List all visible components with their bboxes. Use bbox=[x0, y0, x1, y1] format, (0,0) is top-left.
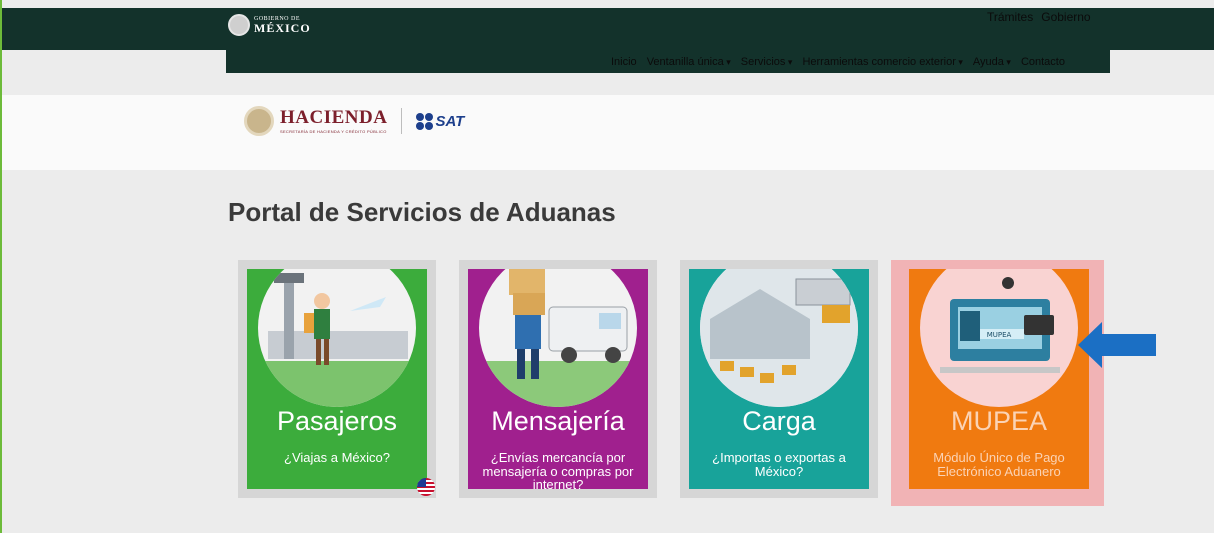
gob-logo-big: MÉXICO bbox=[254, 21, 311, 35]
link-gobierno[interactable]: Gobierno bbox=[1041, 10, 1090, 24]
card-title-mupea: MUPEA bbox=[950, 406, 1048, 436]
nav-inicio[interactable]: Inicio bbox=[611, 56, 637, 68]
mupea-screen-label: MUPEA bbox=[987, 331, 1012, 339]
arrow-left-icon bbox=[1078, 322, 1156, 368]
nav-herramientas[interactable]: Herramientas comercio exterior bbox=[802, 56, 962, 68]
brand-band bbox=[2, 95, 1214, 170]
link-tramites[interactable]: Trámites bbox=[987, 10, 1033, 24]
card-title-mensajeria: Mensajería bbox=[491, 406, 625, 436]
nav-contacto[interactable]: Contacto bbox=[1021, 56, 1065, 68]
nav-ayuda[interactable]: Ayuda bbox=[973, 56, 1011, 68]
card-subtitle-mupea: Módulo Único de Pago Electrónico Aduaner… bbox=[933, 450, 1065, 479]
traveler-illustration-icon bbox=[258, 269, 416, 407]
sat-logo: SAT bbox=[416, 112, 465, 130]
card-mupea[interactable]: MUPEA MUPEA Módulo Único de Pago Electró… bbox=[909, 269, 1089, 489]
page-title: Portal de Servicios de Aduanas bbox=[228, 197, 616, 227]
card-pasajeros[interactable]: Pasajeros ¿Viajas a México? bbox=[247, 269, 427, 489]
card-subtitle-mensajeria: ¿Envías mercancía por mensajería o compr… bbox=[482, 450, 634, 489]
card-subtitle-carga: ¿Importas o exportas a México? bbox=[712, 450, 846, 479]
card-mensajeria[interactable]: Mensajería ¿Envías mercancía por mensaje… bbox=[468, 269, 648, 489]
gob-mx-logo[interactable]: GOBIERNO DE MÉXICO bbox=[228, 14, 311, 36]
card-carga[interactable]: Carga ¿Importas o exportas a México? bbox=[689, 269, 869, 489]
card-pasajeros-frame: Pasajeros ¿Viajas a México? bbox=[238, 260, 436, 498]
card-title-carga: Carga bbox=[742, 406, 816, 436]
logo-divider bbox=[401, 108, 403, 134]
main-nav: Inicio Ventanilla única Servicios Herram… bbox=[611, 56, 1065, 68]
courier-illustration-icon bbox=[479, 269, 637, 407]
card-mupea-frame: MUPEA MUPEA Módulo Único de Pago Electró… bbox=[891, 260, 1104, 506]
nav-ventanilla-unica[interactable]: Ventanilla única bbox=[647, 56, 731, 68]
hacienda-sat-logos[interactable]: HACIENDA SECRETARÍA DE HACIENDA Y CRÉDIT… bbox=[244, 106, 464, 136]
hacienda-logo-subtext: SECRETARÍA DE HACIENDA Y CRÉDITO PÚBLICO bbox=[280, 129, 387, 134]
nav-servicios[interactable]: Servicios bbox=[741, 56, 793, 68]
sat-logo-text: SAT bbox=[435, 112, 465, 130]
card-mensajeria-frame: Mensajería ¿Envías mercancía por mensaje… bbox=[459, 260, 657, 498]
top-links: Trámites Gobierno bbox=[987, 10, 1091, 24]
hacienda-logo-text: HACIENDA bbox=[280, 107, 388, 128]
card-subtitle-pasajeros: ¿Viajas a México? bbox=[284, 450, 390, 465]
card-title-pasajeros: Pasajeros bbox=[276, 406, 398, 436]
cargo-warehouse-illustration-icon bbox=[700, 269, 858, 407]
sat-dots-icon bbox=[416, 112, 434, 130]
hacienda-seal-icon bbox=[244, 106, 274, 136]
gob-seal-icon bbox=[228, 14, 250, 36]
card-carga-frame: Carga ¿Importas o exportas a México? bbox=[680, 260, 878, 498]
us-flag-icon[interactable] bbox=[417, 478, 435, 496]
payment-terminal-illustration-icon: MUPEA bbox=[920, 269, 1078, 407]
